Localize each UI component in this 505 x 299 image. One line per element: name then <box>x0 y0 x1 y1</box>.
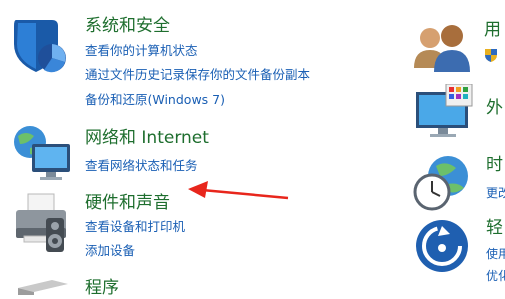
shield-icon <box>8 14 70 76</box>
category-title-network-internet[interactable]: 网络和 Internet <box>85 128 209 148</box>
category-title-appearance[interactable]: 外 <box>486 98 503 118</box>
link-ease-optimize[interactable]: 优化 <box>486 268 505 284</box>
link-view-network-status[interactable]: 查看网络状态和任务 <box>85 158 198 174</box>
user-accounts-icon <box>412 22 470 74</box>
printer-speaker-icon <box>10 192 72 254</box>
category-title-ease-of-access[interactable]: 轻 <box>486 218 503 238</box>
programs-icon <box>12 278 72 295</box>
link-view-devices-printers[interactable]: 查看设备和打印机 <box>85 219 185 235</box>
network-globe-icon <box>8 122 72 184</box>
link-view-computer-status[interactable]: 查看你的计算机状态 <box>85 43 198 59</box>
ease-of-access-icon <box>414 218 470 274</box>
link-file-history-backup[interactable]: 通过文件历史记录保存你的文件备份副本 <box>85 67 310 83</box>
appearance-monitor-icon <box>414 83 474 140</box>
clock-region-icon <box>412 154 472 212</box>
category-title-programs[interactable]: 程序 <box>85 278 119 298</box>
category-title-system-security[interactable]: 系统和安全 <box>85 16 170 36</box>
link-backup-restore[interactable]: 备份和还原(Windows 7) <box>85 92 225 108</box>
link-ease-use[interactable]: 使用 <box>486 246 505 262</box>
link-clock-change[interactable]: 更改 <box>486 185 505 201</box>
category-title-clock-region[interactable]: 时 <box>486 155 503 175</box>
link-add-device[interactable]: 添加设备 <box>85 243 135 259</box>
category-title-user-accounts[interactable]: 用 <box>484 20 501 40</box>
category-title-hardware-sound[interactable]: 硬件和声音 <box>85 193 170 213</box>
uac-shield-icon <box>484 47 498 63</box>
